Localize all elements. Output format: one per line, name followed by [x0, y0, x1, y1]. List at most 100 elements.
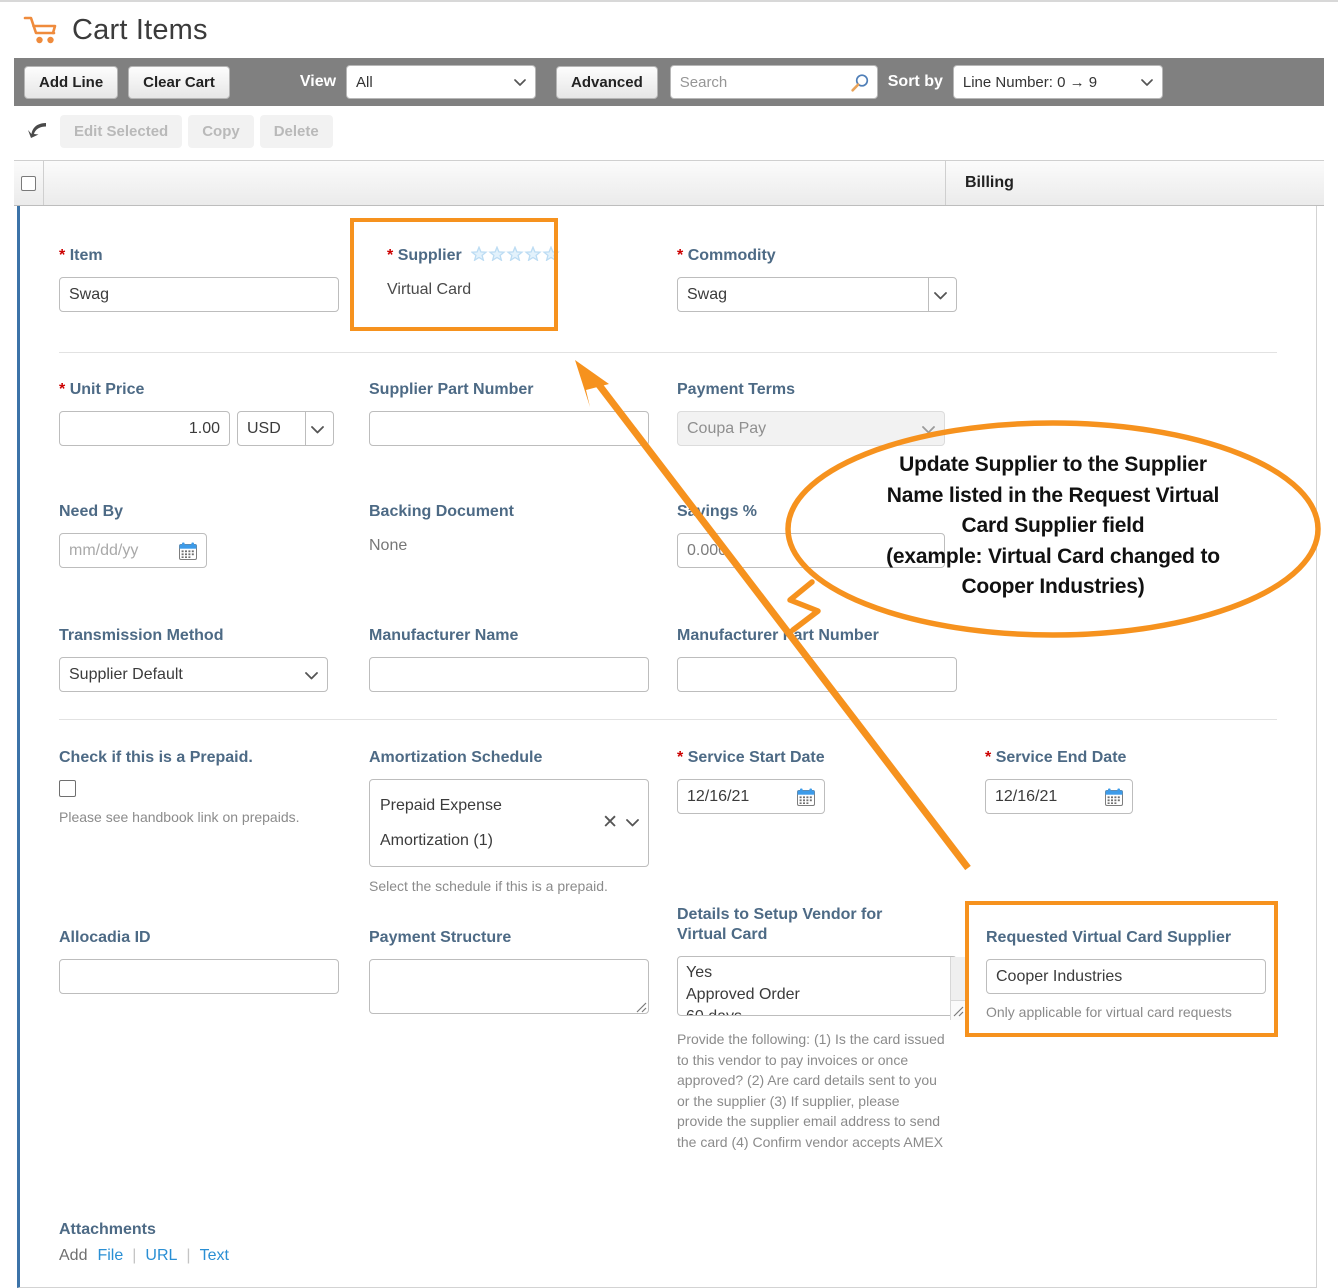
vendor-details-scrollbar[interactable]	[950, 957, 966, 1020]
backing-document-label: Backing Document	[369, 502, 514, 522]
requested-virtual-card-supplier-input[interactable]	[986, 959, 1266, 994]
supplier-part-number-label: Supplier Part Number	[369, 380, 649, 400]
manufacturer-part-number-input[interactable]	[677, 657, 957, 692]
transmission-method-value: Supplier Default	[69, 666, 183, 684]
amortization-schedule-value-line1: Prepaid Expense	[380, 788, 600, 823]
column-header-billing: Billing	[946, 161, 1324, 205]
service-start-date-input[interactable]: 12/16/21	[677, 779, 825, 814]
scrollbar-thumb[interactable]	[951, 957, 966, 1001]
prepaid-checkbox[interactable]	[59, 780, 76, 797]
magnifier-icon[interactable]	[850, 73, 870, 93]
transmission-method-label: Transmission Method	[59, 626, 328, 646]
advanced-button[interactable]: Advanced	[556, 66, 658, 99]
currency-select[interactable]: USD	[237, 411, 334, 446]
manufacturer-name-label: Manufacturer Name	[369, 626, 649, 646]
select-all-checkbox[interactable]	[21, 176, 36, 191]
field-payment-structure: Payment Structure	[369, 928, 649, 1019]
field-savings-pct: Savings %	[677, 502, 945, 568]
chevron-down-icon[interactable]	[626, 819, 639, 827]
supplier-value: Virtual Card	[387, 279, 587, 301]
field-need-by: Need By mm/dd/yy	[59, 502, 207, 568]
field-requested-virtual-card-supplier: Requested Virtual Card Supplier Only app…	[986, 928, 1266, 1022]
field-unit-price: * Unit Price USD	[59, 380, 334, 446]
calendar-icon[interactable]	[178, 541, 198, 561]
prepaid-label: Check if this is a Prepaid.	[59, 748, 300, 768]
service-start-date-value: 12/16/21	[687, 788, 749, 806]
supplier-rating-stars[interactable]	[471, 246, 563, 267]
calendar-icon[interactable]	[1104, 787, 1124, 807]
vendor-details-textarea[interactable]: Yes Approved Order 60 days	[677, 956, 957, 1016]
supplier-label: * Supplier	[387, 246, 587, 267]
field-prepaid: Check if this is a Prepaid. Please see h…	[59, 748, 300, 827]
calendar-icon[interactable]	[796, 787, 816, 807]
page-title: Cart Items	[72, 14, 208, 47]
supplier-part-number-input[interactable]	[369, 411, 649, 446]
field-item: * Item	[59, 246, 339, 312]
savings-pct-input[interactable]	[677, 533, 945, 568]
field-vendor-details: Details to Setup Vendor for Virtual Card…	[677, 905, 967, 1152]
divider	[59, 352, 1277, 353]
chevron-down-icon	[922, 426, 935, 434]
clear-cart-button[interactable]: Clear Cart	[128, 66, 230, 99]
service-start-date-label: * Service Start Date	[677, 748, 825, 768]
chevron-down-icon	[934, 292, 947, 300]
commodity-select[interactable]: Swag	[677, 277, 957, 312]
cart-items-page: Cart Items Add Line Clear Cart View All …	[0, 0, 1338, 1288]
chevron-down-icon	[305, 672, 318, 680]
edit-selected-button[interactable]: Edit Selected	[60, 115, 182, 148]
currency-value: USD	[247, 420, 281, 438]
vendor-details-label: Details to Setup Vendor for Virtual Card	[677, 905, 967, 945]
vendor-details-help: Provide the following: (1) Is the card i…	[677, 1029, 945, 1152]
add-line-button[interactable]: Add Line	[24, 66, 118, 99]
primary-toolbar: Add Line Clear Cart View All Advanced So…	[14, 58, 1324, 106]
undo-arrow-icon[interactable]	[26, 120, 52, 142]
field-manufacturer-name: Manufacturer Name	[369, 626, 649, 692]
view-select[interactable]: All	[346, 65, 536, 99]
amortization-schedule-value-line2: Amortization (1)	[380, 823, 600, 858]
sort-by-value: Line Number: 0 → 9	[963, 74, 1097, 91]
clear-x-icon[interactable]: ✕	[602, 814, 618, 832]
payment-terms-value: Coupa Pay	[687, 420, 766, 438]
secondary-action-bar: Edit Selected Copy Delete	[14, 106, 1324, 156]
select-all-cell[interactable]	[14, 161, 44, 205]
commodity-label: * Commodity	[677, 246, 957, 266]
table-column-header: Billing	[14, 160, 1324, 206]
attachment-add-url-link[interactable]: URL	[145, 1247, 177, 1265]
transmission-method-select[interactable]: Supplier Default	[59, 657, 328, 692]
attachments-add-label: Add	[59, 1247, 87, 1265]
view-select-value: All	[356, 74, 373, 91]
column-header-blank	[44, 161, 946, 205]
item-input[interactable]	[59, 277, 339, 312]
amortization-schedule-select[interactable]: Prepaid Expense Amortization (1) ✕	[369, 779, 649, 867]
chevron-down-icon	[514, 79, 526, 86]
field-supplier-part-number: Supplier Part Number	[369, 380, 649, 446]
separator: |	[186, 1247, 190, 1265]
service-end-date-input[interactable]: 12/16/21	[985, 779, 1133, 814]
allocadia-id-input[interactable]	[59, 959, 339, 994]
field-amortization-schedule: Amortization Schedule Prepaid Expense Am…	[369, 748, 649, 896]
view-label: View	[300, 73, 336, 91]
requested-virtual-card-supplier-label: Requested Virtual Card Supplier	[986, 928, 1266, 948]
backing-document-value: None	[369, 535, 514, 557]
savings-pct-label: Savings %	[677, 502, 945, 522]
attachments-actions: Add File | URL | Text	[59, 1247, 229, 1265]
unit-price-input[interactable]	[59, 411, 230, 446]
attachments-label: Attachments	[59, 1221, 229, 1239]
attachments-section: Attachments Add File | URL | Text	[59, 1221, 229, 1265]
field-payment-terms: Payment Terms Coupa Pay	[677, 380, 945, 446]
delete-button[interactable]: Delete	[260, 115, 333, 148]
field-service-start-date: * Service Start Date 12/16/21	[677, 748, 825, 814]
attachment-add-text-link[interactable]: Text	[200, 1247, 229, 1265]
prepaid-help: Please see handbook link on prepaids.	[59, 807, 300, 827]
requested-virtual-card-supplier-help: Only applicable for virtual card request…	[986, 1002, 1266, 1022]
service-end-date-value: 12/16/21	[995, 788, 1057, 806]
attachment-add-file-link[interactable]: File	[97, 1247, 123, 1265]
payment-structure-textarea[interactable]	[369, 959, 649, 1014]
manufacturer-name-input[interactable]	[369, 657, 649, 692]
search-field[interactable]	[670, 65, 878, 99]
search-input[interactable]	[671, 74, 877, 91]
need-by-input[interactable]: mm/dd/yy	[59, 533, 207, 568]
copy-button[interactable]: Copy	[188, 115, 254, 148]
need-by-placeholder: mm/dd/yy	[69, 542, 138, 560]
sort-by-select[interactable]: Line Number: 0 → 9	[953, 65, 1163, 99]
